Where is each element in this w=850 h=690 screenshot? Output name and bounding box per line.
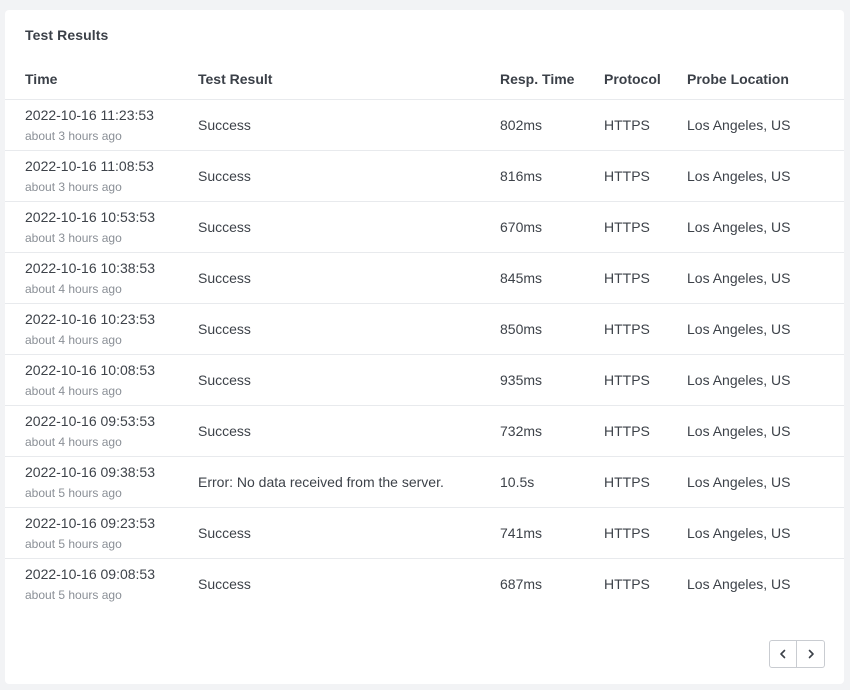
table-row: 2022-10-16 10:53:53 about 3 hours ago Su… [5,202,844,253]
row-time-ago: about 5 hours ago [25,537,122,551]
row-location: Los Angeles, US [687,525,791,541]
row-resp-time: 816ms [500,168,543,184]
row-resp-time: 10.5s [500,474,535,490]
row-location: Los Angeles, US [687,372,791,388]
table-row: 2022-10-16 09:23:53 about 5 hours ago Su… [5,508,844,559]
results-table: Time Test Result Resp. Time Protocol Pro… [5,62,844,610]
row-time: 2022-10-16 10:23:53 [25,311,155,327]
row-location: Los Angeles, US [687,321,791,337]
column-header-protocol: Protocol [604,71,661,87]
row-time: 2022-10-16 09:53:53 [25,413,155,429]
pagination [769,640,825,668]
row-protocol: HTTPS [604,423,650,439]
row-location: Los Angeles, US [687,423,791,439]
row-protocol: HTTPS [604,321,650,337]
card-title: Test Results [25,27,109,43]
row-time-ago: about 5 hours ago [25,588,122,602]
row-resp-time: 935ms [500,372,543,388]
row-protocol: HTTPS [604,525,650,541]
row-result: Success [198,168,251,184]
row-resp-time: 802ms [500,117,543,133]
row-location: Los Angeles, US [687,270,791,286]
row-time-ago: about 5 hours ago [25,486,122,500]
row-time: 2022-10-16 09:38:53 [25,464,155,480]
row-time: 2022-10-16 09:08:53 [25,566,155,582]
row-location: Los Angeles, US [687,219,791,235]
table-row: 2022-10-16 09:53:53 about 4 hours ago Su… [5,406,844,457]
chevron-left-icon [780,649,786,659]
row-location: Los Angeles, US [687,474,791,490]
column-header-resp-time: Resp. Time [500,71,575,87]
column-header-result: Test Result [198,71,273,87]
row-result: Success [198,525,251,541]
table-row: 2022-10-16 10:38:53 about 4 hours ago Su… [5,253,844,304]
next-page-button[interactable] [797,640,825,668]
row-protocol: HTTPS [604,576,650,592]
row-time: 2022-10-16 10:08:53 [25,362,155,378]
row-time-ago: about 4 hours ago [25,435,122,449]
row-result: Success [198,321,251,337]
column-header-time: Time [25,71,58,87]
row-location: Los Angeles, US [687,168,791,184]
column-header-location: Probe Location [687,71,789,87]
row-time-ago: about 4 hours ago [25,282,122,296]
previous-page-button[interactable] [769,640,797,668]
row-result: Success [198,576,251,592]
row-time: 2022-10-16 11:08:53 [25,158,154,174]
row-result: Success [198,117,251,133]
row-resp-time: 687ms [500,576,543,592]
row-time: 2022-10-16 11:23:53 [25,107,154,123]
table-row: 2022-10-16 10:08:53 about 4 hours ago Su… [5,355,844,406]
table-header: Time Test Result Resp. Time Protocol Pro… [5,62,844,100]
row-protocol: HTTPS [604,372,650,388]
row-resp-time: 741ms [500,525,543,541]
row-time-ago: about 4 hours ago [25,384,122,398]
row-time: 2022-10-16 10:38:53 [25,260,155,276]
table-row: 2022-10-16 11:08:53 about 3 hours ago Su… [5,151,844,202]
row-result: Success [198,270,251,286]
row-time: 2022-10-16 10:53:53 [25,209,155,225]
row-result: Success [198,219,251,235]
row-result: Error: No data received from the server. [198,474,444,490]
row-resp-time: 850ms [500,321,543,337]
row-resp-time: 845ms [500,270,543,286]
table-row: 2022-10-16 09:08:53 about 5 hours ago Su… [5,559,844,610]
table-row: 2022-10-16 10:23:53 about 4 hours ago Su… [5,304,844,355]
table-row: 2022-10-16 11:23:53 about 3 hours ago Su… [5,100,844,151]
row-resp-time: 670ms [500,219,543,235]
row-protocol: HTTPS [604,219,650,235]
row-resp-time: 732ms [500,423,543,439]
row-protocol: HTTPS [604,474,650,490]
test-results-card: Test Results Time Test Result Resp. Time… [5,10,844,684]
row-protocol: HTTPS [604,168,650,184]
row-time: 2022-10-16 09:23:53 [25,515,155,531]
row-result: Success [198,372,251,388]
row-time-ago: about 3 hours ago [25,129,122,143]
row-location: Los Angeles, US [687,576,791,592]
row-location: Los Angeles, US [687,117,791,133]
row-time-ago: about 3 hours ago [25,180,122,194]
chevron-right-icon [808,649,814,659]
row-protocol: HTTPS [604,117,650,133]
row-time-ago: about 4 hours ago [25,333,122,347]
table-row: 2022-10-16 09:38:53 about 5 hours ago Er… [5,457,844,508]
row-result: Success [198,423,251,439]
row-time-ago: about 3 hours ago [25,231,122,245]
row-protocol: HTTPS [604,270,650,286]
